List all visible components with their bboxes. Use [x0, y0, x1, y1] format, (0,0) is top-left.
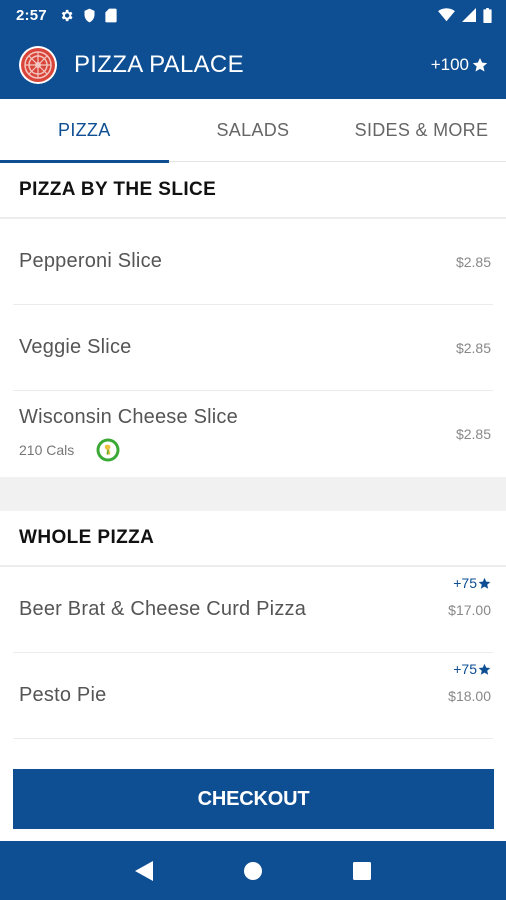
item-points-value: +75 [453, 661, 477, 677]
menu-item-pepperoni-slice[interactable]: Pepperoni Slice $2.85 [13, 219, 493, 305]
rewards-points-value: +100 [430, 54, 469, 74]
section-header-whole-pizza: WHOLE PIZZA [0, 511, 506, 567]
back-button[interactable] [124, 851, 164, 891]
item-price: $2.85 [455, 426, 491, 442]
item-price: $18.00 [448, 688, 491, 704]
item-name: Pesto Pie [19, 684, 107, 706]
tab-pizza[interactable]: PIZZA [0, 99, 169, 163]
menu-item-beer-brat-cheese-curd-pizza[interactable]: +75 Beer Brat & Cheese Curd Pizza $17.00 [13, 567, 493, 653]
wifi-icon [438, 8, 455, 22]
section-header-pizza-by-the-slice: PIZZA BY THE SLICE [0, 163, 506, 219]
status-time: 2:57 [16, 6, 47, 24]
checkout-bar: CHECKOUT [0, 756, 506, 841]
cheese-badge-icon [96, 438, 120, 462]
item-points: +75 [453, 575, 491, 591]
item-price: $2.85 [455, 253, 491, 270]
item-name: Veggie Slice [19, 336, 132, 358]
menu-item-veggie-slice[interactable]: Veggie Slice $2.85 [13, 305, 493, 391]
item-price: $17.00 [448, 602, 491, 618]
item-name: Wisconsin Cheese Slice [19, 406, 238, 428]
gear-icon [61, 9, 73, 21]
rewards-points[interactable]: +100 [431, 55, 488, 75]
home-button[interactable] [233, 851, 273, 891]
item-calories: 210 Cals [19, 442, 75, 458]
item-name: Beer Brat & Cheese Curd Pizza [19, 598, 307, 620]
system-nav-bar [0, 841, 506, 900]
battery-icon [483, 7, 492, 23]
app-title: PIZZA PALACE [74, 50, 244, 78]
item-price: $2.85 [455, 339, 491, 356]
shield-icon [84, 8, 95, 22]
category-tabs: PIZZA SALADS SIDES & MORE [0, 99, 506, 163]
item-points: +75 [453, 661, 491, 677]
tab-sides-and-more[interactable]: SIDES & MORE [337, 99, 506, 162]
star-icon [472, 57, 488, 71]
recents-button[interactable] [342, 851, 382, 891]
back-icon [135, 860, 154, 881]
section-divider [0, 477, 506, 511]
pizza-logo [19, 45, 57, 84]
checkout-button[interactable]: CHECKOUT [13, 769, 494, 829]
status-bar: 2:57 [0, 0, 506, 30]
menu-item-pesto-pie[interactable]: +75 Pesto Pie $18.00 [13, 653, 493, 739]
signal-icon [462, 8, 476, 22]
tab-salads[interactable]: SALADS [169, 99, 338, 162]
menu-item-wisconsin-cheese-slice[interactable]: Wisconsin Cheese Slice 210 Cals $2.85 [13, 391, 493, 477]
item-points-value: +75 [453, 575, 477, 591]
menu-list: PIZZA BY THE SLICE Pepperoni Slice $2.85… [0, 163, 506, 739]
app-bar: PIZZA PALACE +100 [0, 30, 506, 99]
item-name: Pepperoni Slice [19, 250, 163, 272]
star-icon [478, 577, 491, 589]
sd-card-icon [105, 8, 117, 22]
star-icon [478, 663, 491, 675]
home-icon [243, 861, 262, 880]
recents-icon [352, 861, 371, 880]
